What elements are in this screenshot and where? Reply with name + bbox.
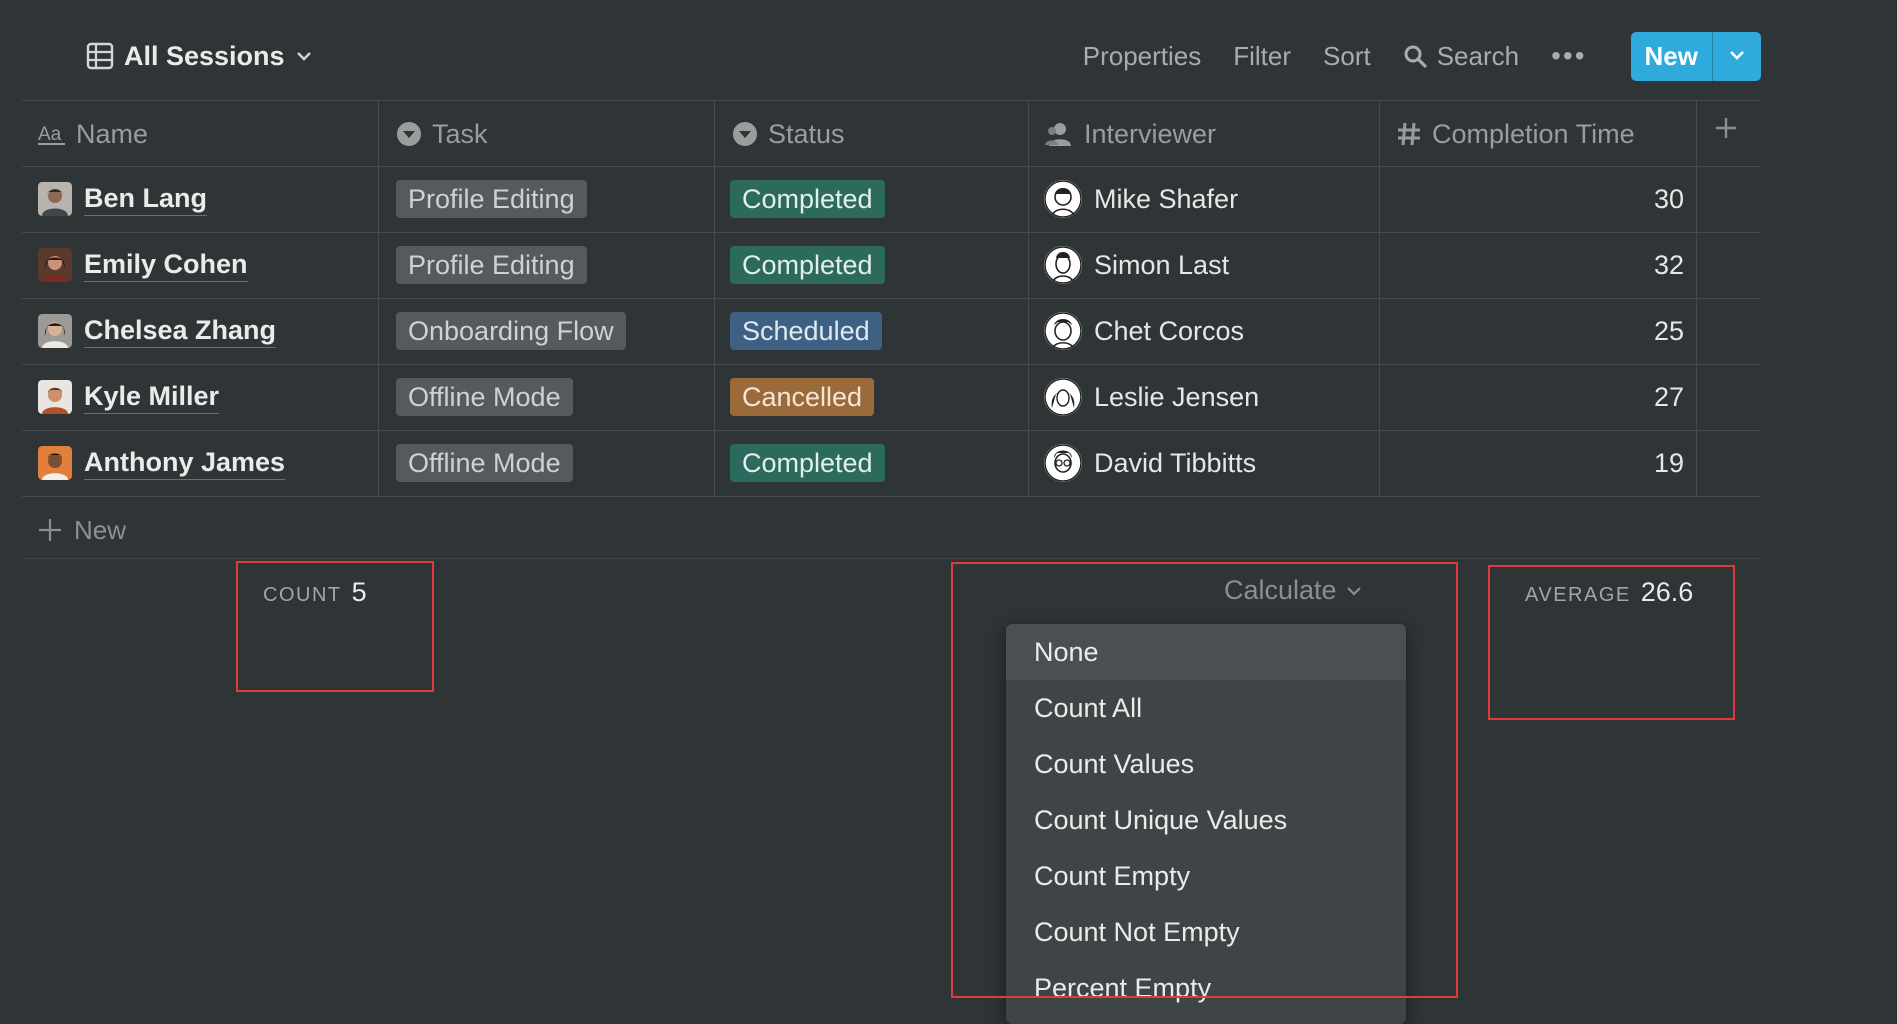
column-header-status[interactable]: Status [732, 101, 845, 167]
avatar [1044, 444, 1082, 482]
avatar [1044, 180, 1082, 218]
table-icon [86, 42, 114, 70]
completion-time: 25 [1653, 315, 1684, 346]
status-badge: Completed [730, 245, 885, 285]
avatar [38, 248, 72, 282]
interviewer-name: Chet Corcos [1094, 315, 1245, 346]
column-header-task[interactable]: Task [396, 101, 488, 167]
table-row[interactable]: Anthony James Offline Mode Completed Dav… [22, 430, 1761, 496]
name-cell: Kyle Miller [38, 364, 220, 430]
column-header-completion-time[interactable]: Completion Time [1396, 101, 1635, 167]
table-row[interactable]: Emily Cohen Profile Editing Completed Si… [22, 232, 1761, 298]
avatar [1044, 378, 1082, 416]
avatar [38, 446, 72, 480]
interviewer-cell: Mike Shafer [1044, 166, 1238, 232]
task-tag: Profile Editing [396, 179, 587, 219]
status-badge: Completed [730, 443, 885, 483]
new-dropdown-button[interactable] [1712, 31, 1761, 81]
name-cell: Emily Cohen [38, 232, 248, 298]
completion-time: 19 [1653, 447, 1684, 478]
status-badge: Scheduled [730, 311, 882, 351]
task-tag: Onboarding Flow [396, 311, 626, 351]
text-type-icon: Aa [38, 124, 65, 145]
interviewer-cell: Chet Corcos [1044, 298, 1244, 364]
select-icon [397, 122, 421, 146]
column-label: Interviewer [1084, 118, 1217, 149]
column-label: Completion Time [1432, 118, 1635, 149]
completion-time: 27 [1653, 381, 1684, 412]
number-icon [1398, 122, 1420, 146]
avatar [1044, 246, 1082, 284]
column-label: Status [768, 118, 845, 149]
task-tag: Offline Mode [396, 377, 573, 417]
avatar [1044, 312, 1082, 350]
interviewer-name: Mike Shafer [1094, 183, 1239, 214]
chevron-down-icon [296, 52, 311, 61]
highlight-box [951, 562, 1458, 998]
avatar [38, 182, 72, 216]
status-badge: Completed [730, 179, 885, 219]
task-tag: Offline Mode [396, 443, 573, 483]
column-label: Task [432, 118, 488, 149]
table-row[interactable]: Ben Lang Profile Editing Completed Mike … [22, 166, 1761, 232]
properties-button[interactable]: Properties [1083, 41, 1202, 72]
search-label: Search [1436, 40, 1520, 71]
row-name[interactable]: Chelsea Zhang [84, 314, 277, 348]
column-header-interviewer[interactable]: Interviewer [1044, 101, 1216, 167]
plus-icon [39, 519, 61, 541]
status-badge: Cancelled [730, 377, 875, 417]
person-icon [1045, 123, 1071, 146]
avatar [38, 380, 72, 414]
svg-text:Aa: Aa [38, 124, 62, 145]
interviewer-cell: Leslie Jensen [1044, 364, 1259, 430]
name-cell: Anthony James [38, 430, 286, 496]
interviewer-name: David Tibbitts [1094, 447, 1257, 478]
more-options-button[interactable]: ••• [1551, 40, 1586, 72]
interviewer-name: Simon Last [1094, 249, 1230, 280]
name-cell: Chelsea Zhang [38, 298, 277, 364]
new-button[interactable]: New [1630, 31, 1712, 81]
row-name[interactable]: Emily Cohen [84, 248, 248, 282]
highlight-box [1488, 565, 1735, 720]
add-property-button[interactable] [1714, 116, 1738, 145]
interviewer-cell: Simon Last [1044, 232, 1229, 298]
completion-time: 32 [1653, 249, 1684, 280]
filter-button[interactable]: Filter [1233, 41, 1291, 72]
toolbar: Properties Filter Sort Search ••• New [1083, 31, 1897, 81]
table-row[interactable]: Chelsea Zhang Onboarding Flow Scheduled … [22, 298, 1761, 364]
plus-icon [1716, 118, 1736, 138]
new-button-group: New [1630, 31, 1761, 81]
column-header-name[interactable]: Aa Name [38, 101, 148, 167]
completion-time: 30 [1653, 183, 1684, 214]
avatar [38, 314, 72, 348]
select-icon [733, 122, 757, 146]
row-name[interactable]: Ben Lang [84, 182, 208, 216]
search-button[interactable]: Search [1403, 41, 1519, 72]
row-name[interactable]: Anthony James [84, 446, 286, 480]
chevron-down-icon [1730, 51, 1744, 60]
view-switcher[interactable]: All Sessions [86, 38, 313, 74]
row-name[interactable]: Kyle Miller [84, 380, 220, 414]
sort-button[interactable]: Sort [1323, 41, 1371, 72]
add-row-label: New [74, 514, 127, 545]
column-label: Name [76, 118, 149, 149]
name-cell: Ben Lang [38, 166, 208, 232]
add-row-button[interactable]: New [38, 510, 126, 550]
task-tag: Profile Editing [396, 245, 587, 285]
table-row[interactable]: Kyle Miller Offline Mode Cancelled Lesli… [22, 364, 1761, 430]
view-name: All Sessions [124, 40, 285, 71]
highlight-box [236, 561, 434, 692]
interviewer-name: Leslie Jensen [1094, 381, 1260, 412]
search-icon [1404, 45, 1427, 68]
interviewer-cell: David Tibbitts [1044, 430, 1256, 496]
